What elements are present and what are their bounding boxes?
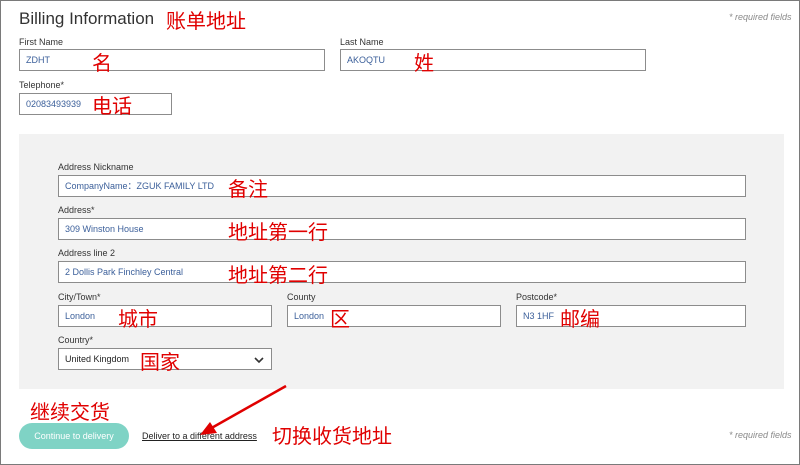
annotation-postcode: 邮编 — [560, 307, 600, 331]
address2-input[interactable]: 2 Dollis Park Finchley Central — [58, 261, 746, 283]
country-label: Country* — [58, 335, 94, 345]
telephone-label: Telephone* — [19, 80, 65, 90]
annotation-country: 国家 — [140, 350, 180, 374]
required-note-top: * required fields — [729, 12, 792, 22]
address2-label: Address line 2 — [58, 248, 116, 258]
page-title: Billing Information — [19, 9, 155, 28]
address-nickname-label: Address Nickname — [58, 162, 134, 172]
annotation-deliver: 切换收货地址 — [272, 424, 392, 448]
annotation-county: 区 — [330, 307, 350, 331]
postcode-input[interactable]: N3 1HF — [516, 305, 746, 327]
annotation-first-name: 名 — [92, 51, 112, 75]
city-input[interactable]: London — [58, 305, 272, 327]
address1-label: Address* — [58, 205, 95, 215]
annotation-title: 账单地址 — [166, 9, 246, 33]
annotation-continue: 继续交货 — [30, 400, 110, 424]
last-name-input[interactable]: AKOQTU — [340, 49, 646, 71]
annotation-city: 城市 — [118, 307, 158, 331]
last-name-label: Last Name — [340, 37, 384, 47]
chevron-down-icon — [254, 357, 264, 364]
first-name-label: First Name — [19, 37, 64, 47]
county-input[interactable]: London — [287, 305, 501, 327]
annotation-telephone: 电话 — [92, 94, 132, 118]
annotation-address-nickname: 备注 — [228, 177, 268, 201]
continue-to-delivery-button[interactable]: Continue to delivery — [19, 423, 129, 449]
city-label: City/Town* — [58, 292, 101, 302]
annotation-address2: 地址第二行 — [228, 263, 328, 287]
annotation-address1: 地址第一行 — [228, 220, 328, 244]
address-nickname-input[interactable]: CompanyName：ZGUK FAMILY LTD — [58, 175, 746, 197]
address1-input[interactable]: 309 Winston House — [58, 218, 746, 240]
country-select-value: United Kingdom — [65, 354, 130, 364]
county-label: County — [287, 292, 316, 302]
annotation-last-name: 姓 — [414, 51, 434, 75]
postcode-label: Postcode* — [516, 292, 558, 302]
required-note-bottom: * required fields — [729, 430, 792, 440]
first-name-input[interactable]: ZDHT — [19, 49, 325, 71]
